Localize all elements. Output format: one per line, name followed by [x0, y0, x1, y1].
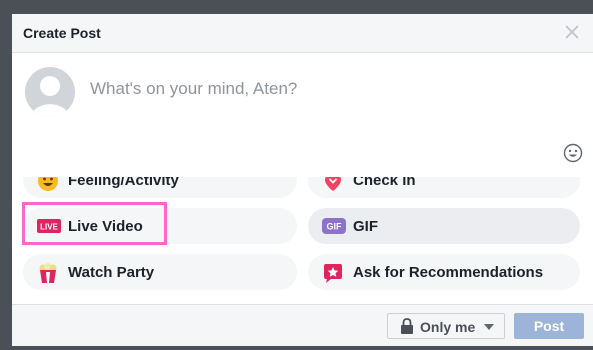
create-post-dialog: Create Post What's on your mind, Aten? F… [12, 14, 593, 346]
dialog-header: Create Post [12, 14, 593, 53]
post-options-grid: Feeling/Activity Check in LIVE Live Vide… [12, 177, 593, 300]
gif-badge-text: GIF [327, 222, 343, 232]
option-label: Feeling/Activity [68, 177, 179, 189]
gif-icon: GIF [322, 217, 346, 235]
smiley-icon [37, 177, 59, 192]
dialog-footer: Only me Post [12, 304, 593, 346]
lock-icon [400, 318, 414, 334]
option-label: Watch Party [68, 264, 155, 281]
location-pin-icon [322, 177, 344, 192]
option-check-in[interactable]: Check in [308, 177, 580, 198]
popcorn-icon [37, 262, 59, 284]
privacy-selector-button[interactable]: Only me [387, 313, 505, 339]
option-label: GIF [353, 218, 378, 235]
option-gif[interactable]: GIF GIF [308, 208, 580, 244]
annotation-highlight-box [22, 202, 167, 245]
option-label: Ask for Recommendations [353, 264, 544, 281]
post-composer[interactable]: What's on your mind, Aten? [12, 53, 593, 176]
post-button[interactable]: Post [514, 313, 584, 339]
emoji-icon[interactable] [563, 143, 583, 163]
option-label: Check in [353, 177, 416, 189]
option-watch-party[interactable]: Watch Party [23, 254, 297, 290]
default-avatar-icon [25, 67, 75, 117]
chevron-down-icon [484, 324, 494, 330]
recommendation-star-icon [322, 262, 344, 284]
composer-placeholder[interactable]: What's on your mind, Aten? [90, 79, 297, 99]
privacy-label: Only me [420, 319, 476, 335]
option-ask-for-recommendations[interactable]: Ask for Recommendations [308, 254, 580, 290]
option-feeling-activity[interactable]: Feeling/Activity [23, 177, 297, 198]
dialog-title: Create Post [23, 25, 101, 41]
close-icon[interactable] [563, 23, 581, 41]
